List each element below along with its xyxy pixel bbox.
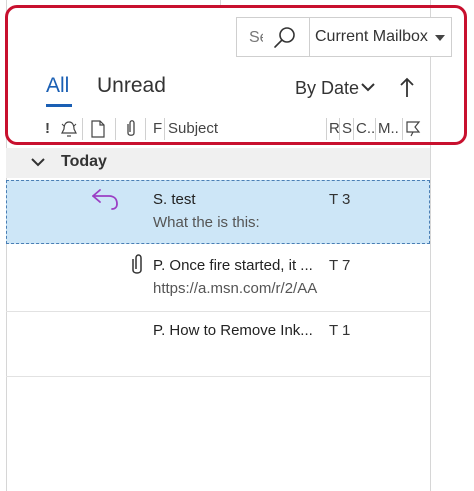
column-separator: [164, 118, 165, 140]
pane-left-border: [6, 0, 7, 491]
search-scope-dropdown[interactable]: Current Mailbox: [309, 17, 452, 57]
column-separator: [353, 118, 354, 140]
column-separator: [375, 118, 376, 140]
chevron-down-icon[interactable]: [361, 82, 375, 92]
pane-right-border: [430, 0, 431, 491]
reply-arrow-icon: [92, 189, 118, 210]
column-subject[interactable]: Subject: [168, 120, 218, 137]
tab-all[interactable]: All: [46, 74, 69, 98]
message-received-time: T 3: [329, 191, 351, 208]
column-separator: [82, 118, 83, 140]
search-input[interactable]: Se: [236, 17, 309, 57]
search-placeholder: Se: [249, 29, 263, 46]
column-separator: [145, 118, 146, 140]
chevron-down-icon[interactable]: [31, 157, 45, 167]
column-separator: [326, 118, 327, 140]
column-importance[interactable]: !: [45, 120, 50, 137]
message-sender-subject[interactable]: P. Once fire started, it ...: [153, 257, 323, 274]
column-separator: [339, 118, 340, 140]
message-received-time: T 7: [329, 257, 351, 274]
column-separator: [115, 118, 116, 140]
tab-all-underline: [46, 104, 72, 107]
message-sender-subject: S. test: [153, 191, 196, 208]
reminder-bell-icon[interactable]: [59, 119, 79, 139]
message-row[interactable]: [6, 180, 430, 244]
sort-direction-arrow-icon[interactable]: [398, 76, 416, 98]
column-header-row: ! F Subject R S C.. M..: [0, 110, 474, 146]
column-from[interactable]: F: [153, 120, 162, 137]
search-scope-label: Current Mailbox: [315, 28, 428, 45]
row-divider: [6, 311, 430, 312]
message-received-time: T 1: [329, 322, 351, 339]
column-size[interactable]: S: [342, 120, 352, 137]
column-separator: [402, 118, 403, 140]
message-sender-subject[interactable]: P. How to Remove Ink...: [153, 322, 323, 339]
chevron-down-icon: [435, 35, 445, 41]
document-icon[interactable]: [90, 119, 106, 139]
column-mention[interactable]: M..: [378, 120, 399, 137]
column-categories[interactable]: C..: [356, 120, 375, 137]
search-icon[interactable]: [271, 24, 299, 52]
message-preview: https://a.msn.com/r/2/AA: [153, 280, 318, 297]
sort-by-button[interactable]: By Date: [295, 78, 359, 99]
tab-unread[interactable]: Unread: [97, 74, 166, 98]
pane-top-divider: [220, 0, 221, 6]
attachment-icon[interactable]: [124, 119, 138, 139]
group-label: Today: [61, 153, 107, 170]
attachment-icon: [132, 254, 142, 274]
message-preview: What the is this:: [153, 214, 260, 231]
flag-icon[interactable]: [404, 119, 422, 139]
row-divider: [6, 376, 430, 377]
